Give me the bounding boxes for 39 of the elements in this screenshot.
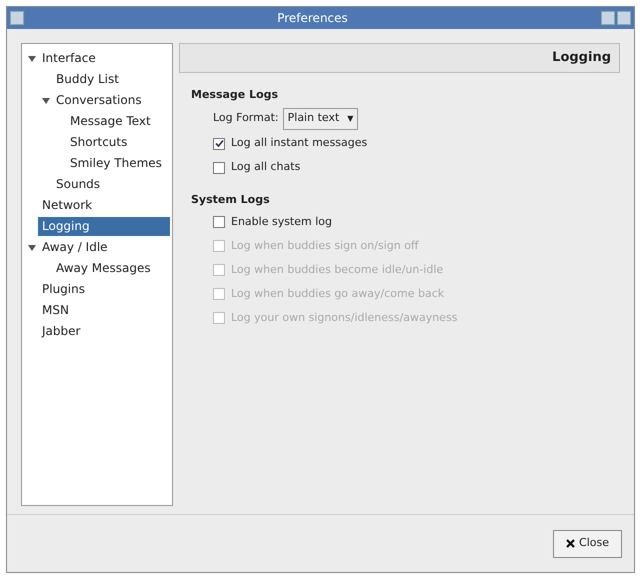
tree-item[interactable]: Logging — [38, 217, 170, 236]
checkbox-label: Log when buddies become idle/un-idle — [231, 262, 444, 278]
tree-item[interactable]: Away / Idle — [38, 238, 170, 257]
checkbox-label: Log when buddies go away/come back — [231, 286, 444, 302]
window-title: Preferences — [277, 10, 348, 27]
close-button[interactable]: Close — [553, 530, 622, 558]
check-icon — [214, 139, 224, 148]
tree-item[interactable]: Network — [38, 196, 170, 215]
tree-item[interactable]: Smiley Themes — [66, 154, 170, 173]
checkbox-label: Log all chats — [231, 159, 300, 176]
tree-item[interactable]: Conversations — [52, 91, 170, 110]
checkbox-label: Log all instant messages — [231, 135, 368, 152]
checkbox-label: Log when buddies sign on/sign off — [231, 238, 419, 254]
tree-item[interactable]: Buddy List — [52, 70, 170, 89]
tree-item[interactable]: Jabber — [38, 322, 170, 341]
tree-item[interactable]: Message Text — [66, 112, 170, 131]
close-window-button[interactable] — [616, 11, 631, 25]
section-title: Message Logs — [191, 87, 280, 103]
expander-down-icon[interactable] — [42, 98, 50, 104]
tree-item[interactable]: MSN — [38, 301, 170, 320]
field-label: Log Format: — [213, 110, 279, 126]
close-icon — [566, 539, 576, 548]
checkbox[interactable] — [213, 162, 225, 174]
checkbox[interactable] — [213, 138, 225, 150]
checkbox-label: Log your own signons/idleness/awayness — [231, 310, 458, 326]
expander-down-icon[interactable] — [28, 56, 36, 62]
expander-down-icon[interactable] — [28, 244, 36, 250]
format-dropdown[interactable]: Plain text ▼ — [282, 108, 358, 130]
tree-item[interactable]: Plugins — [38, 280, 170, 299]
tree-item[interactable]: Sounds — [52, 175, 170, 194]
tree-item[interactable]: Away Messages — [52, 259, 170, 278]
section-title: System Logs — [191, 192, 271, 208]
checkbox[interactable] — [213, 216, 225, 228]
window-menu-button[interactable] — [10, 11, 24, 25]
page-title: Logging — [552, 49, 611, 68]
tree-item[interactable]: Interface — [38, 49, 170, 68]
tree-item[interactable]: Shortcuts — [66, 133, 170, 152]
minimize-button[interactable] — [600, 11, 615, 25]
checkbox-label: Enable system log — [231, 214, 332, 230]
